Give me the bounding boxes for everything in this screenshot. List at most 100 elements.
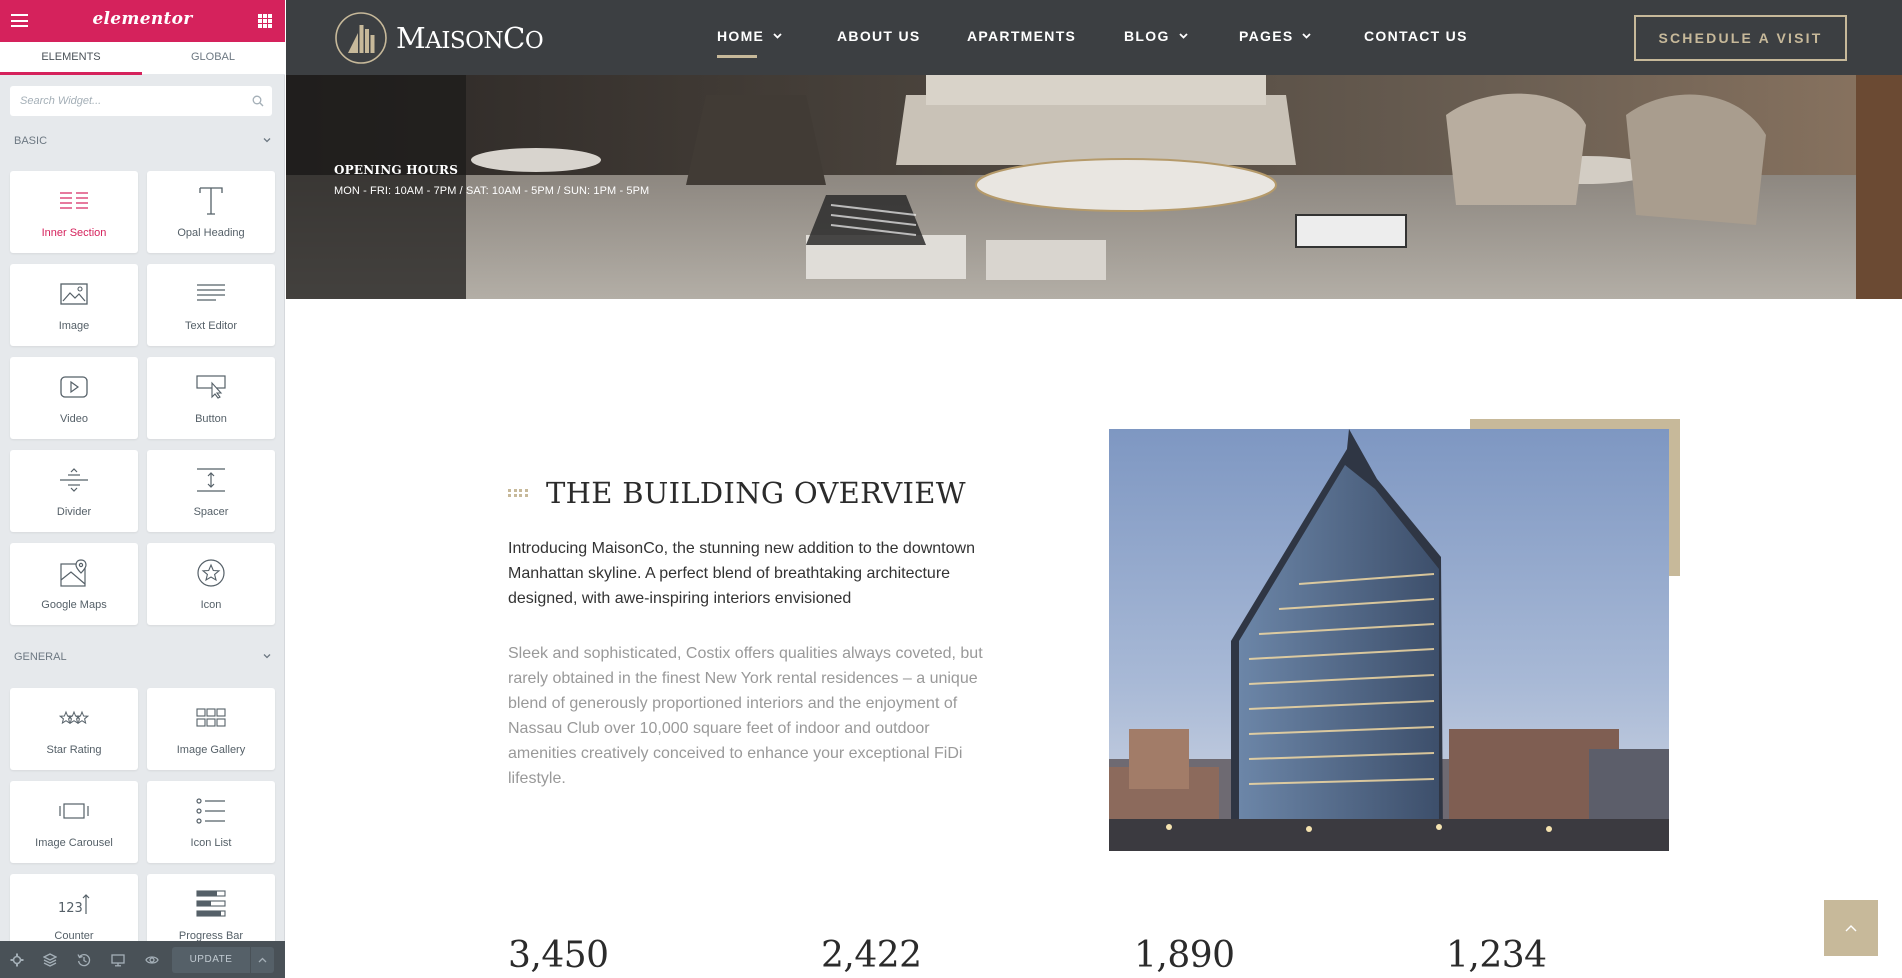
text-editor-icon — [147, 278, 275, 310]
page-preview: MAISONCO HOME ABOUT US APARTMENTS BLOG P… — [286, 0, 1902, 978]
nav-pages[interactable]: PAGES — [1239, 28, 1312, 44]
button-icon — [147, 371, 275, 403]
map-icon — [10, 557, 138, 589]
widget-image[interactable]: Image — [10, 264, 138, 346]
overview-heading: THE BUILDING OVERVIEW — [508, 476, 966, 510]
chevron-down-icon — [263, 138, 271, 143]
overview-body: Sleek and sophisticated, Costix offers q… — [508, 645, 983, 787]
widget-search-input[interactable] — [10, 86, 230, 116]
widget-label: Star Rating — [46, 744, 102, 756]
counter-icon: 123 — [10, 888, 138, 920]
widget-label: Divider — [56, 506, 92, 518]
chevron-down-icon — [773, 33, 782, 39]
widget-label: Opal Heading — [177, 227, 245, 239]
tab-global[interactable]: GLOBAL — [142, 42, 284, 75]
responsive-desktop-icon[interactable] — [111, 953, 125, 967]
site-logo[interactable]: MAISONCO — [334, 11, 544, 65]
widget-image-carousel[interactable]: Image Carousel — [10, 781, 138, 863]
widgets-grid-icon[interactable] — [258, 14, 272, 28]
stat-counter: 1,234 — [1446, 935, 1547, 976]
tab-elements[interactable]: ELEMENTS — [0, 42, 142, 75]
schedule-visit-button[interactable]: SCHEDULE A VISIT — [1634, 15, 1847, 61]
building-logo-icon — [335, 12, 387, 64]
update-button[interactable]: UPDATE — [172, 947, 250, 973]
panel-header: elementor — [0, 0, 285, 42]
spacer-icon — [147, 464, 275, 496]
nav-contact-us[interactable]: CONTACT US — [1364, 28, 1468, 44]
widget-label: Image Carousel — [35, 837, 113, 849]
elementor-panel: elementor ELEMENTS GLOBAL BASIC Inner Se… — [0, 0, 285, 978]
progress-bar-icon — [147, 888, 275, 920]
widget-icon-list[interactable]: Icon List — [147, 781, 275, 863]
back-to-top-button[interactable] — [1824, 900, 1878, 956]
nav-blog[interactable]: BLOG — [1124, 28, 1188, 44]
stat-counter: 2,422 — [821, 935, 922, 976]
history-icon[interactable] — [77, 953, 91, 967]
overview-title: THE BUILDING OVERVIEW — [546, 476, 966, 510]
widget-label: Video — [60, 413, 88, 425]
stat-counter: 1,890 — [1134, 935, 1235, 976]
chevron-down-icon — [1179, 33, 1188, 39]
nav-home[interactable]: HOME — [717, 28, 782, 58]
nav-about-us[interactable]: ABOUT US — [837, 28, 921, 44]
widget-divider[interactable]: Divider — [10, 450, 138, 532]
heading-icon — [147, 185, 275, 217]
preview-eye-icon[interactable] — [145, 953, 159, 967]
widget-label: Icon — [200, 599, 222, 611]
elementor-logo: elementor — [92, 9, 193, 29]
divider-icon — [10, 464, 138, 496]
stat-counter: 3,450 — [508, 935, 609, 976]
widget-label: Spacer — [193, 506, 229, 518]
widget-text-editor[interactable]: Text Editor — [147, 264, 275, 346]
widget-image-gallery[interactable]: Image Gallery — [147, 688, 275, 770]
gallery-icon — [147, 702, 275, 734]
widget-label: Button — [195, 413, 227, 425]
svg-text:123: 123 — [58, 901, 83, 916]
settings-icon[interactable] — [10, 953, 24, 967]
panel-tabs: ELEMENTS GLOBAL — [0, 42, 285, 75]
overview-intro: Introducing MaisonCo, the stunning new a… — [508, 540, 975, 607]
widget-search — [10, 86, 272, 116]
widget-label: Image — [58, 320, 90, 332]
building-photo — [1109, 429, 1669, 851]
widget-label: Icon List — [190, 837, 232, 849]
inner-section-icon — [10, 185, 138, 217]
video-icon — [10, 371, 138, 403]
chevron-down-icon — [1302, 33, 1312, 39]
widget-google-maps[interactable]: Google Maps — [10, 543, 138, 625]
widget-inner-section[interactable]: Inner Section — [10, 171, 138, 253]
star-icon — [147, 557, 275, 589]
logo-text: MAISONCO — [396, 21, 544, 55]
hero-banner: OPENING HOURS MON - FRI: 10AM - 7PM / SA… — [286, 75, 1902, 299]
widget-spacer[interactable]: Spacer — [147, 450, 275, 532]
nav-apartments[interactable]: APARTMENTS — [967, 28, 1076, 44]
chevron-up-icon — [258, 957, 267, 963]
widget-label: Text Editor — [185, 320, 237, 332]
widget-label: Google Maps — [41, 599, 107, 611]
opening-hours-title: OPENING HOURS — [334, 163, 459, 177]
category-general[interactable]: GENERAL — [14, 651, 272, 663]
star-rating-icon — [10, 702, 138, 734]
widget-label: Image Gallery — [176, 744, 246, 756]
category-basic-label: BASIC — [14, 135, 48, 147]
site-header: MAISONCO HOME ABOUT US APARTMENTS BLOG P… — [286, 0, 1902, 75]
chevron-down-icon — [263, 654, 271, 659]
panel-footer: UPDATE — [0, 941, 285, 978]
widget-opal-heading[interactable]: Opal Heading — [147, 171, 275, 253]
update-options-button[interactable] — [250, 947, 274, 973]
chevron-up-icon — [1845, 925, 1857, 932]
widget-button[interactable]: Button — [147, 357, 275, 439]
widget-icon[interactable]: Icon — [147, 543, 275, 625]
widget-star-rating[interactable]: Star Rating — [10, 688, 138, 770]
widget-label: Inner Section — [41, 227, 107, 239]
list-icon — [147, 795, 275, 827]
dots-decoration-icon — [508, 489, 530, 497]
image-icon — [10, 278, 138, 310]
category-general-label: GENERAL — [14, 651, 67, 663]
opening-hours-text: MON - FRI: 10AM - 7PM / SAT: 10AM - 5PM … — [334, 185, 650, 197]
carousel-icon — [10, 795, 138, 827]
search-icon[interactable] — [252, 95, 264, 107]
category-basic[interactable]: BASIC — [14, 135, 272, 147]
widget-video[interactable]: Video — [10, 357, 138, 439]
layers-icon[interactable] — [43, 953, 57, 967]
